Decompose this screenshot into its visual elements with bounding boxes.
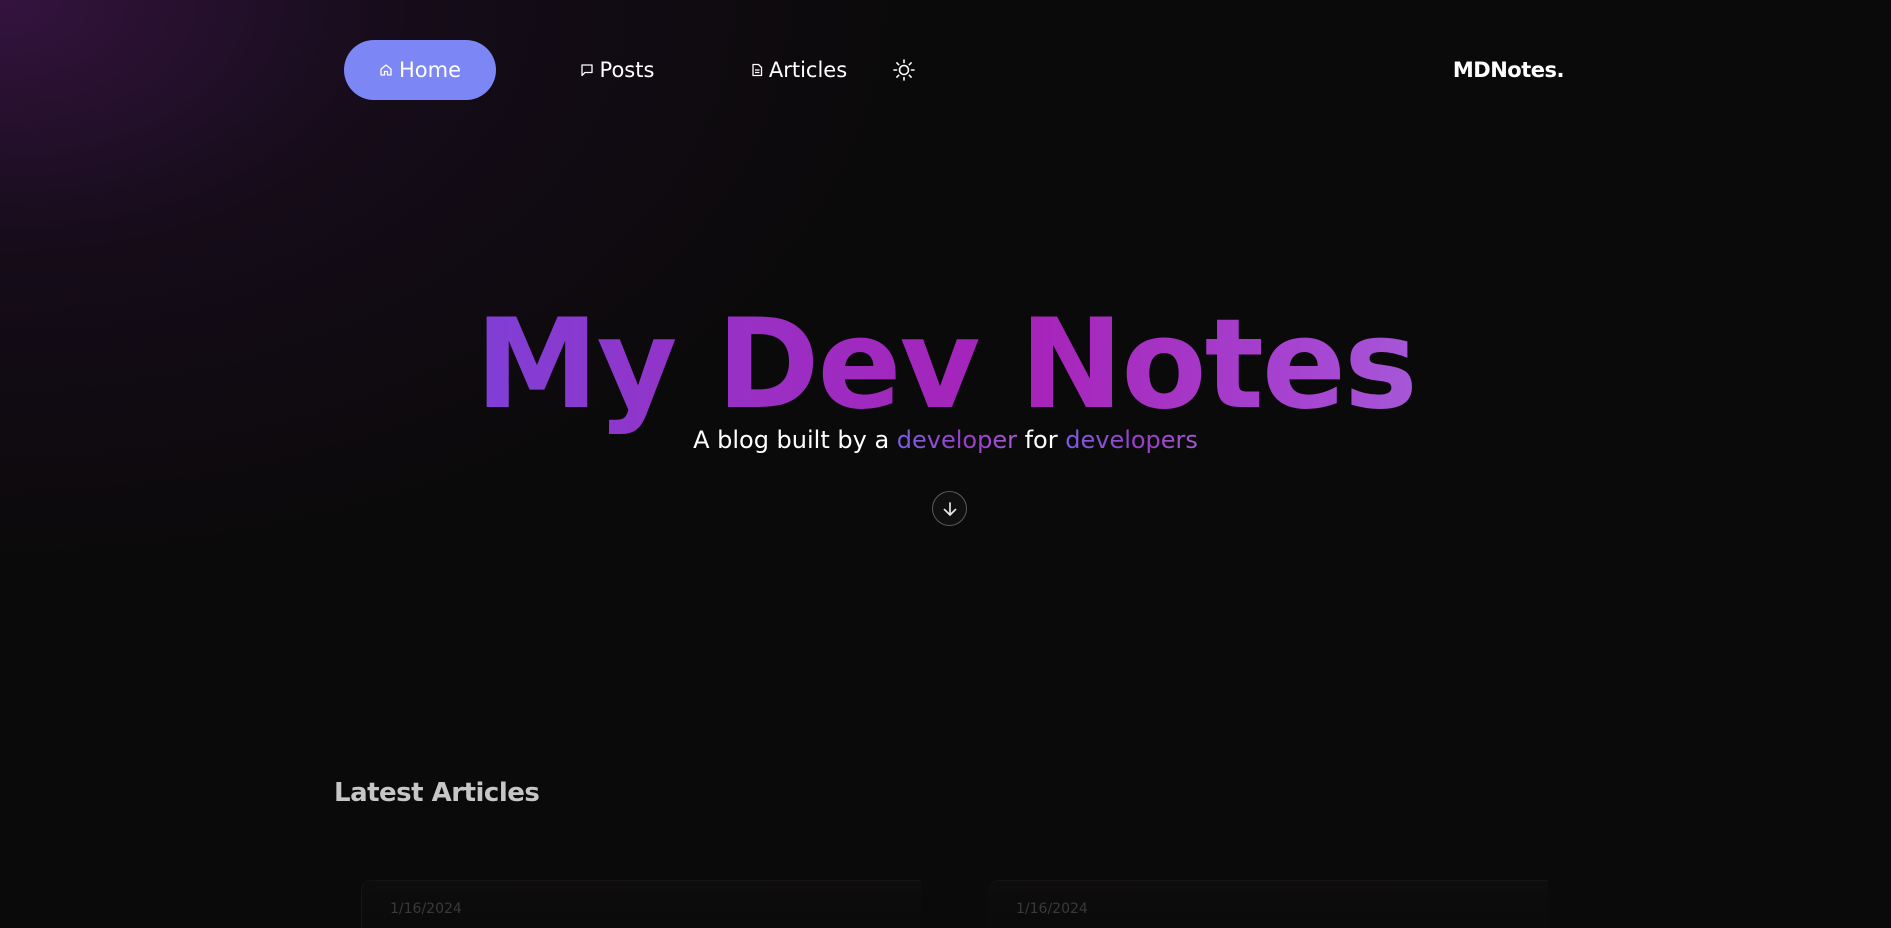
message-icon xyxy=(580,63,594,77)
nav-articles-link[interactable]: Articles xyxy=(714,40,884,100)
hero-subtitle-highlight-developers: developers xyxy=(1065,426,1198,454)
home-icon xyxy=(379,63,393,77)
scroll-down-button[interactable] xyxy=(932,491,967,526)
hero-title: My Dev Notes xyxy=(0,290,1891,440)
nav-posts-link[interactable]: Posts xyxy=(542,40,692,100)
brand-logo[interactable]: MDNotes. xyxy=(1453,40,1565,100)
sun-icon xyxy=(892,58,916,82)
top-navigation: Home Posts Articles MDNotes. xyxy=(344,40,1565,100)
arrow-down-icon xyxy=(941,500,959,518)
hero-subtitle-middle: for xyxy=(1016,426,1066,454)
article-date: 1/16/2024 xyxy=(390,901,462,917)
nav-home-link[interactable]: Home xyxy=(344,40,496,100)
nav-home-label: Home xyxy=(398,58,461,82)
article-card[interactable]: 1/16/2024 xyxy=(988,880,1548,928)
theme-toggle-button[interactable] xyxy=(890,56,918,84)
document-icon xyxy=(751,63,763,77)
nav-posts-label: Posts xyxy=(599,58,655,82)
hero-subtitle: A blog built by a developer for develope… xyxy=(0,425,1891,455)
background-glow xyxy=(0,0,1891,928)
article-card[interactable]: 1/16/2024 xyxy=(361,880,921,928)
hero-subtitle-highlight-developer: developer xyxy=(896,426,1017,454)
nav-articles-label: Articles xyxy=(768,58,848,82)
hero-subtitle-prefix: A blog built by a xyxy=(693,426,897,454)
latest-articles-heading: Latest Articles xyxy=(334,778,540,808)
article-date: 1/16/2024 xyxy=(1016,901,1088,917)
